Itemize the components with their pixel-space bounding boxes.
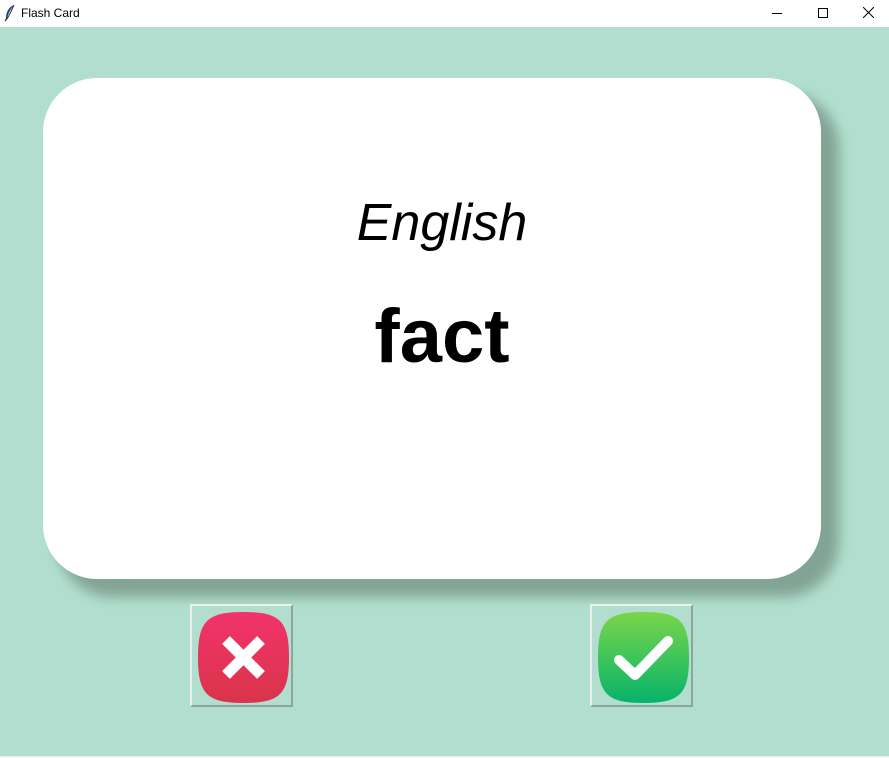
card-word: fact <box>374 294 510 379</box>
maximize-button[interactable] <box>800 0 846 27</box>
title-bar[interactable]: Flash Card <box>0 0 889 27</box>
wrong-button[interactable] <box>190 604 293 707</box>
right-button[interactable] <box>590 604 693 707</box>
flash-card-window: Flash Card English fact <box>0 0 889 758</box>
minimize-icon <box>772 5 782 23</box>
close-icon <box>862 5 874 23</box>
window-title: Flash Card <box>21 6 80 20</box>
minimize-button[interactable] <box>754 0 800 27</box>
close-button[interactable] <box>845 0 889 27</box>
feather-icon <box>3 4 17 22</box>
card-language-label: English <box>356 194 528 252</box>
maximize-icon <box>818 5 828 23</box>
